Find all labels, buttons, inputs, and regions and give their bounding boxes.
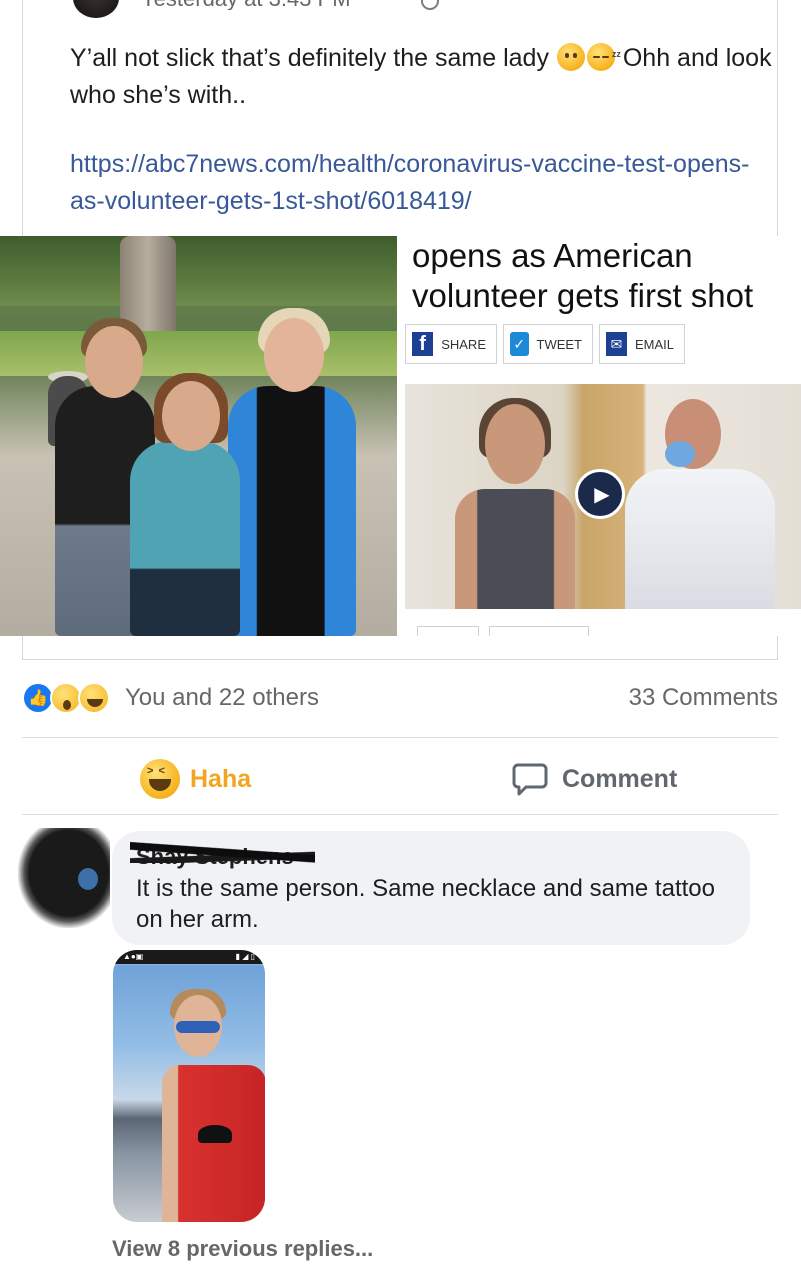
tweet-button[interactable]: ✓ TWEET <box>503 324 593 364</box>
email-button[interactable]: ✉ EMAIL <box>599 324 685 364</box>
reactions-row: 👍 You and 22 others 33 Comments <box>22 680 778 720</box>
article-screenshot[interactable]: opens as American volunteer gets first s… <box>397 236 801 636</box>
email-label: EMAIL <box>634 336 674 352</box>
haha-face-icon <box>140 759 180 799</box>
poster-avatar[interactable] <box>73 0 119 18</box>
facebook-icon: f <box>412 332 434 356</box>
view-previous-replies-link[interactable]: View 8 previous replies... <box>112 1236 373 1262</box>
article-headline: opens as American volunteer gets first s… <box>412 237 754 314</box>
post-link[interactable]: https://abc7news.com/health/coronavirus-… <box>70 146 780 220</box>
tweet-label: TWEET <box>536 336 583 352</box>
reaction-summary[interactable]: You and 22 others <box>125 684 319 712</box>
comment-bubble-icon <box>512 763 548 796</box>
post-text: Y’all not slick that’s definitely the sa… <box>70 40 780 114</box>
haha-label: Haha <box>190 764 252 793</box>
post-text-part1: Y’all not slick that’s definitely the sa… <box>70 44 549 72</box>
share-buttons: f SHARE ✓ TWEET ✉ EMAIL <box>405 324 685 364</box>
comments-count[interactable]: 33 Comments <box>629 684 778 712</box>
thinking-face-icon <box>556 43 585 71</box>
divider <box>22 814 778 815</box>
comment-label: Comment <box>562 764 678 793</box>
email-icon: ✉ <box>606 332 627 356</box>
group-photo[interactable] <box>0 236 397 636</box>
twitter-icon: ✓ <box>510 332 529 356</box>
phone-status-bar: ▲●▣ ▮ ◢ ▯ <box>113 950 265 964</box>
sleeping-face-icon: zz <box>586 43 621 71</box>
comment-bubble: Shay Stephens It is the same person. Sam… <box>112 831 750 945</box>
post-timestamp[interactable]: Yesterday at 3:43 PM <box>141 0 351 10</box>
redaction-scribble <box>130 833 315 863</box>
divider <box>22 737 778 738</box>
haha-icon <box>78 682 110 714</box>
share-label: SHARE <box>441 336 486 352</box>
reaction-icons[interactable]: 👍 <box>22 682 122 714</box>
globe-icon <box>421 0 439 10</box>
comment-attachment-photo[interactable]: ▲●▣ ▮ ◢ ▯ <box>113 950 265 1222</box>
play-icon[interactable]: ▶ <box>575 469 625 519</box>
video-thumbnail[interactable]: ▶ <box>405 384 801 609</box>
commenter-avatar[interactable] <box>18 828 110 928</box>
comment-button[interactable]: Comment <box>512 757 677 801</box>
comment-text: It is the same person. Same necklace and… <box>136 875 715 933</box>
haha-button[interactable]: Haha <box>140 757 251 801</box>
share-button[interactable]: f SHARE <box>405 324 497 364</box>
